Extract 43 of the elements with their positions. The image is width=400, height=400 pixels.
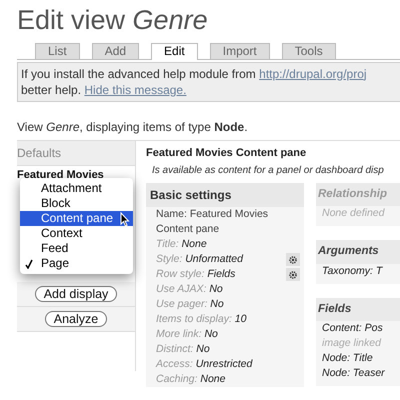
menu-item[interactable]: Feed bbox=[20, 240, 133, 256]
menu-item[interactable]: Page bbox=[20, 256, 133, 271]
section-item[interactable]: Node: Title bbox=[316, 350, 400, 366]
menu-item[interactable]: Attachment bbox=[20, 180, 133, 196]
display-item[interactable]: Featured Movies bbox=[17, 166, 135, 182]
tab[interactable]: Edit bbox=[151, 42, 198, 60]
tab[interactable]: List bbox=[35, 42, 80, 59]
setting-text[interactable]: More link: No bbox=[156, 327, 218, 342]
setting-text[interactable]: Access: Unrestricted bbox=[156, 357, 252, 372]
page-title: Edit view Genre bbox=[17, 6, 209, 36]
setting-text[interactable]: Caching: None bbox=[156, 372, 226, 388]
add-display-button[interactable]: Add display bbox=[34, 286, 118, 302]
tab[interactable]: Tools bbox=[282, 42, 336, 59]
cursor-icon bbox=[120, 212, 130, 228]
setting-text[interactable]: Name: Featured Movies Content pane bbox=[156, 207, 300, 238]
setting-text[interactable]: Row style: Fields bbox=[156, 267, 236, 282]
link[interactable]: http://drupal.org/proj bbox=[259, 66, 367, 81]
hide-message-link[interactable]: Hide this message. bbox=[84, 82, 186, 97]
gear-icon[interactable] bbox=[286, 268, 300, 282]
section-item[interactable]: Taxonomy: T bbox=[316, 264, 400, 279]
display-title: Featured Movies Content pane bbox=[146, 146, 308, 161]
section-header: Relationship bbox=[316, 183, 400, 206]
section-header: Fields bbox=[316, 298, 400, 321]
section-header: Basic settings bbox=[146, 183, 304, 208]
menu-item[interactable]: Content pane bbox=[20, 210, 133, 226]
menu-item[interactable]: Block bbox=[20, 196, 133, 211]
tab[interactable]: Add bbox=[92, 42, 140, 59]
view-summary: View Genre, displaying items of type Node. bbox=[17, 118, 249, 136]
display-description: Is available as content for a panel or dashboard disp bbox=[151, 164, 385, 178]
setting-text[interactable]: Style: Unformatted bbox=[156, 252, 243, 268]
gear-icon[interactable] bbox=[286, 253, 300, 266]
help-message: If you install the advanced help module from http://drupal.org/proj better help. Hide this message. bbox=[17, 62, 400, 102]
analyze-button[interactable]: Analyze bbox=[44, 310, 108, 327]
setting-text[interactable]: Title: None bbox=[156, 237, 207, 252]
setting-text[interactable]: Use AJAX: No bbox=[156, 282, 223, 298]
section-item[interactable]: Node: Teaser bbox=[316, 366, 400, 381]
section-item[interactable]: Content: Pos bbox=[316, 320, 400, 336]
setting-text[interactable]: Items to display: 10 bbox=[156, 312, 246, 328]
menu-item[interactable]: Context bbox=[20, 226, 133, 241]
tab[interactable]: Import bbox=[210, 42, 270, 59]
setting-text[interactable]: Use pager: No bbox=[156, 297, 224, 312]
setting-text[interactable]: Distinct: No bbox=[156, 342, 210, 358]
section-header: Arguments bbox=[316, 240, 400, 264]
